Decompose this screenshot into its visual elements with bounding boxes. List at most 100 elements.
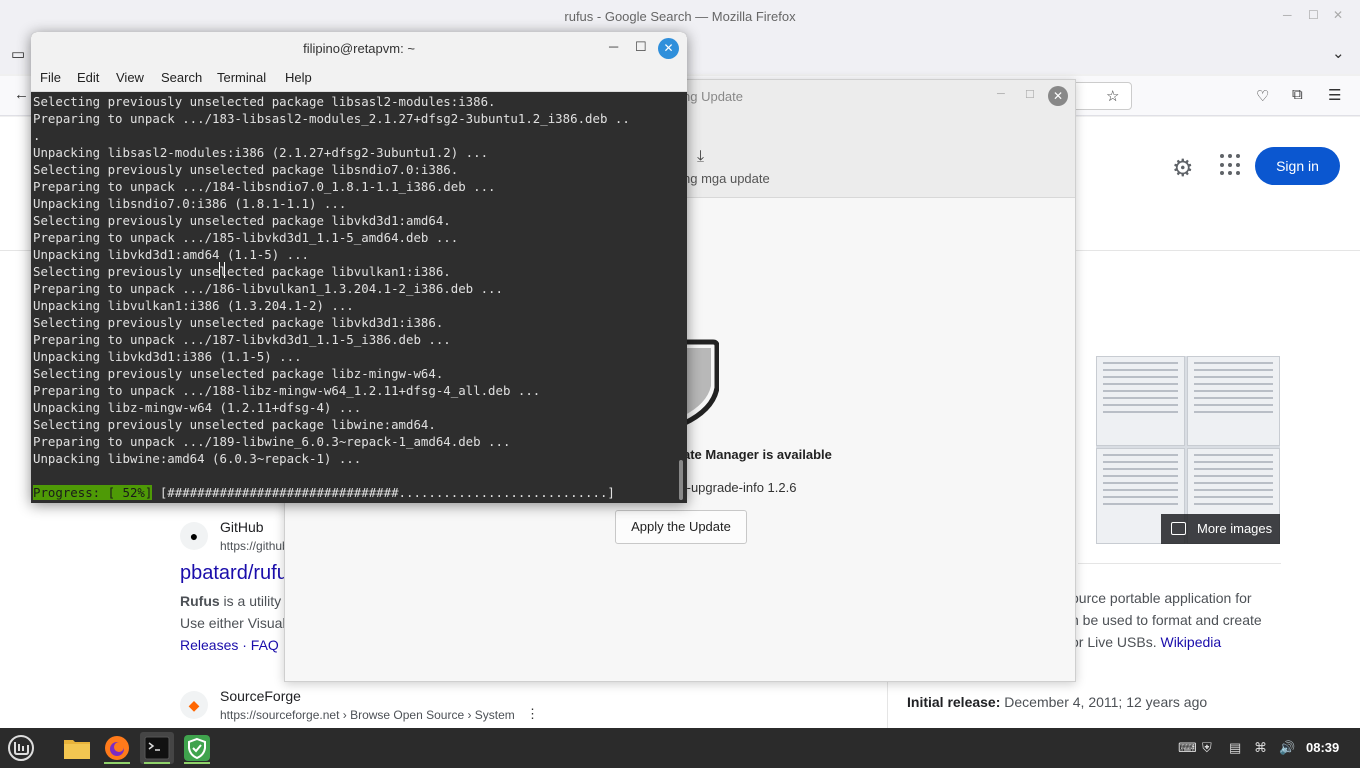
result-site-sourceforge[interactable]: SourceForge xyxy=(220,688,301,704)
update-manager-title: ng Update xyxy=(683,89,743,104)
settings-gear-icon[interactable]: ⚙ xyxy=(1172,154,1194,183)
close-icon[interactable]: ✕ xyxy=(658,38,679,59)
start-menu-button[interactable] xyxy=(4,732,38,764)
terminal-line: Unpacking libsasl2-modules:i386 (2.1.27+… xyxy=(33,145,489,160)
more-images-button[interactable]: More images xyxy=(1161,514,1280,544)
terminal-line: Selecting previously unselected package … xyxy=(33,94,496,109)
terminal-line: Unpacking libvkd3d1:amd64 (1.1-5) ... xyxy=(33,247,310,262)
terminal-menubar: File Edit View Search Terminal Help xyxy=(31,64,687,92)
mouse-cursor-icon xyxy=(219,262,225,278)
menu-edit[interactable]: Edit xyxy=(77,70,99,85)
download-icon[interactable]: ⤓ xyxy=(697,148,704,166)
update-manager-taskbar-button[interactable] xyxy=(180,732,214,764)
terminal-line: Preparing to unpack .../189-libwine_6.0.… xyxy=(33,434,511,449)
result-title-github[interactable]: pbatard/rufus xyxy=(180,562,298,585)
terminal-window: filipino@retapvm: ~ ─ ☐ ✕ File Edit View… xyxy=(31,32,687,503)
hamburger-menu-icon[interactable]: ☰ xyxy=(1328,86,1341,104)
terminal-line: Selecting previously unselected package … xyxy=(33,162,459,177)
terminal-taskbar-button[interactable] xyxy=(140,732,174,764)
firefox-taskbar-button[interactable] xyxy=(100,732,134,764)
result-snippet-line1: Rufus is a utility xyxy=(180,593,282,609)
terminal-line: Unpacking libvulkan1:i386 (1.3.204.1-2) … xyxy=(33,298,354,313)
download-updates-label[interactable]: ng mga update xyxy=(683,171,770,186)
terminal-line: Unpacking libz-mingw-w64 (1.2.11+dfsg-4)… xyxy=(33,400,362,415)
firefox-titlebar: rufus - Google Search — Mozilla Firefox … xyxy=(0,0,1360,34)
taskbar: ⌨ ⛨ ▤ ⌘ 🔊 08:39 xyxy=(0,728,1360,768)
network-icon[interactable]: ⌘ xyxy=(1254,740,1267,756)
keyboard-indicator-icon[interactable]: ⌨ xyxy=(1178,740,1197,756)
kp-description-line2: n be used to format and create xyxy=(1071,612,1262,628)
notes-icon[interactable]: ▤ xyxy=(1229,740,1241,756)
github-favicon-icon: ● xyxy=(180,522,208,550)
menu-view[interactable]: View xyxy=(116,70,144,85)
terminal-line: Selecting previously unselected package … xyxy=(33,366,444,381)
more-images-label: More images xyxy=(1197,521,1273,536)
menu-search[interactable]: Search xyxy=(161,70,202,85)
menu-file[interactable]: File xyxy=(40,70,61,85)
progress-line: Progress: [ 52%] [######################… xyxy=(33,484,615,501)
bookmark-star-icon[interactable]: ☆ xyxy=(1106,87,1119,105)
maximize-icon[interactable]: ☐ xyxy=(1308,8,1319,22)
menu-terminal[interactable]: Terminal xyxy=(217,70,266,85)
terminal-line: Unpacking libwine:amd64 (6.0.3~repack-1)… xyxy=(33,451,362,466)
more-options-icon[interactable]: ⋮ xyxy=(526,706,539,722)
terminal-line: Preparing to unpack .../188-libz-mingw-w… xyxy=(33,383,541,398)
result-snippet-line2: Use either Visual xyxy=(180,615,286,631)
terminal-line: Selecting previously unselected package … xyxy=(33,417,436,432)
terminal-line: . xyxy=(33,128,41,143)
sourceforge-favicon-icon: ◆ xyxy=(180,691,208,719)
maximize-icon[interactable]: ☐ xyxy=(635,39,647,55)
result-site-github[interactable]: GitHub xyxy=(220,519,264,535)
terminal-scrollbar[interactable] xyxy=(677,92,685,503)
update-available-text: ate Manager is available xyxy=(683,447,832,462)
update-version-text: t-upgrade-info 1.2.6 xyxy=(683,480,797,495)
terminal-line: Preparing to unpack .../183-libsasl2-mod… xyxy=(33,111,630,126)
active-indicator xyxy=(144,762,170,764)
progress-bar: [###############################........… xyxy=(152,485,615,500)
chevron-down-icon[interactable]: ⌄ xyxy=(1332,44,1345,62)
terminal-line: Selecting previously unselected package … xyxy=(33,264,451,279)
maximize-icon[interactable]: ☐ xyxy=(1025,88,1035,101)
minimize-icon[interactable]: ─ xyxy=(1283,8,1292,22)
terminal-line: Preparing to unpack .../186-libvulkan1_1… xyxy=(33,281,503,296)
update-shield-icon xyxy=(184,735,210,761)
kp-border xyxy=(887,682,888,728)
apply-update-button[interactable]: Apply the Update xyxy=(615,510,747,544)
google-apps-icon[interactable] xyxy=(1220,154,1242,176)
terminal-line: Selecting previously unselected package … xyxy=(33,315,444,330)
volume-icon[interactable]: 🔊 xyxy=(1279,740,1295,756)
sign-in-button[interactable]: Sign in xyxy=(1255,147,1340,185)
minimize-icon[interactable]: ─ xyxy=(997,88,1005,100)
tab-overview-icon[interactable]: ▭ xyxy=(11,45,25,63)
pocket-icon[interactable]: ♡ xyxy=(1256,87,1269,105)
terminal-icon xyxy=(144,736,170,760)
shield-tray-icon[interactable]: ⛨ xyxy=(1202,740,1212,756)
result-url-sourceforge[interactable]: https://sourceforge.net › Browse Open So… xyxy=(220,708,515,722)
image-icon xyxy=(1171,522,1186,535)
terminal-line: Selecting previously unselected package … xyxy=(33,213,451,228)
url-bar[interactable] xyxy=(1070,82,1132,110)
clock[interactable]: 08:39 xyxy=(1306,740,1339,755)
firefox-window-title: rufus - Google Search — Mozilla Firefox xyxy=(564,9,796,24)
close-icon[interactable]: ✕ xyxy=(1048,86,1068,106)
close-icon[interactable]: ✕ xyxy=(1333,8,1343,22)
scrollbar-thumb[interactable] xyxy=(679,460,683,500)
minimize-icon[interactable]: ─ xyxy=(609,39,618,54)
terminal-title: filipino@retapvm: ~ xyxy=(303,41,415,56)
wikipedia-link[interactable]: Wikipedia xyxy=(1160,634,1221,650)
active-indicator xyxy=(184,762,210,764)
files-button[interactable] xyxy=(60,732,94,764)
terminal-output[interactable]: Selecting previously unselected package … xyxy=(33,93,677,503)
terminal-line: Preparing to unpack .../187-libvkd3d1_1.… xyxy=(33,332,451,347)
progress-label: Progress: [ 52%] xyxy=(33,485,153,500)
kp-description-line3: or Live USBs. Wikipedia xyxy=(1071,634,1222,650)
terminal-line: Preparing to unpack .../184-libsndio7.0_… xyxy=(33,179,496,194)
menu-help[interactable]: Help xyxy=(285,70,312,85)
extensions-icon[interactable]: ⧉ xyxy=(1292,86,1303,103)
result-sitelinks[interactable]: Releases · FAQ · xyxy=(180,637,287,653)
kp-description-line1: ource portable application for xyxy=(1071,590,1252,606)
back-arrow-icon[interactable]: ← xyxy=(14,86,29,103)
mint-menu-icon xyxy=(8,735,34,761)
result-url-github[interactable]: https://github xyxy=(220,539,289,553)
terminal-titlebar[interactable]: filipino@retapvm: ~ ─ ☐ ✕ xyxy=(31,32,687,64)
